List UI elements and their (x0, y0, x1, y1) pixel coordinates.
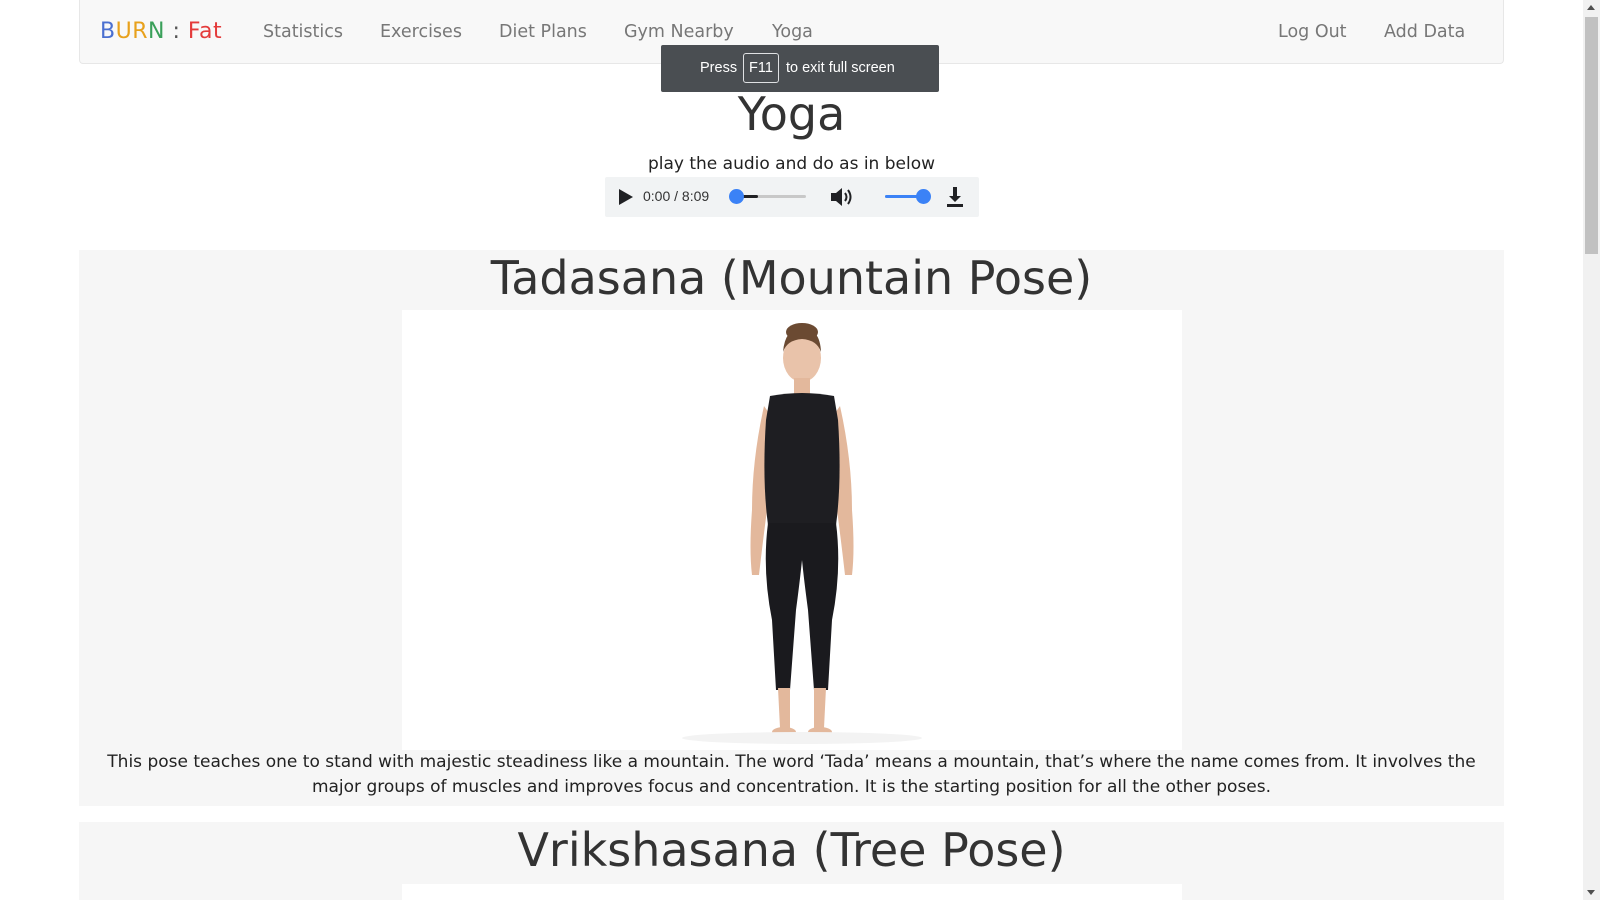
toast-prefix: Press (700, 60, 738, 76)
scroll-down-icon[interactable] (1587, 890, 1595, 895)
brand-letter-u: U (115, 19, 133, 44)
audio-progress-thumb[interactable] (729, 189, 744, 204)
pose-title: Vrikshasana (Tree Pose) (517, 823, 1066, 877)
pose-section-tadasana: Tadasana (Mountain Pose) This pose teach… (79, 250, 1504, 806)
audio-time: 0:00 / 8:09 (643, 188, 710, 204)
scroll-up-icon[interactable] (1587, 5, 1595, 10)
nav-link-add-data[interactable]: Add Data (1384, 21, 1465, 43)
pose-photo (402, 310, 1182, 750)
volume-icon[interactable] (829, 186, 855, 208)
audio-player: 0:00 / 8:09 (605, 177, 979, 217)
scrollbar-thumb[interactable] (1585, 17, 1598, 254)
page-title: Yoga (737, 87, 846, 141)
volume-thumb[interactable] (916, 189, 931, 204)
scrollbar[interactable] (1583, 0, 1600, 900)
toast-key: F11 (743, 53, 779, 83)
page-subtitle: play the audio and do as in below (647, 154, 936, 174)
download-icon[interactable] (945, 185, 965, 209)
brand-separator: : (164, 19, 188, 44)
mountain-pose-image (402, 310, 1182, 750)
nav-link-gym-nearby[interactable]: Gym Nearby (624, 21, 734, 43)
pose-description: This pose teaches one to stand with maje… (107, 752, 1476, 797)
nav-link-diet-plans[interactable]: Diet Plans (499, 21, 587, 43)
nav-link-statistics[interactable]: Statistics (263, 21, 343, 43)
brand-letter-b: B (100, 19, 116, 44)
brand-fat: Fat (187, 19, 223, 44)
nav-link-exercises[interactable]: Exercises (380, 21, 462, 43)
audio-progress-slider[interactable] (729, 189, 806, 204)
pose-photo (402, 884, 1182, 900)
pose-title: Tadasana (Mountain Pose) (490, 251, 1093, 305)
volume-slider[interactable] (885, 189, 931, 204)
brand-letter-n: N (148, 19, 165, 44)
nav-link-log-out[interactable]: Log Out (1278, 21, 1347, 43)
brand-logo[interactable]: BURN : Fat (100, 19, 222, 45)
nav-link-yoga[interactable]: Yoga (772, 21, 813, 43)
pose-section-vrikshasana: Vrikshasana (Tree Pose) (79, 822, 1504, 900)
brand-letter-r: R (132, 19, 148, 44)
play-icon[interactable] (619, 189, 633, 205)
fullscreen-toast: Press F11 to exit full screen (661, 45, 939, 92)
toast-suffix: to exit full screen (786, 60, 895, 76)
